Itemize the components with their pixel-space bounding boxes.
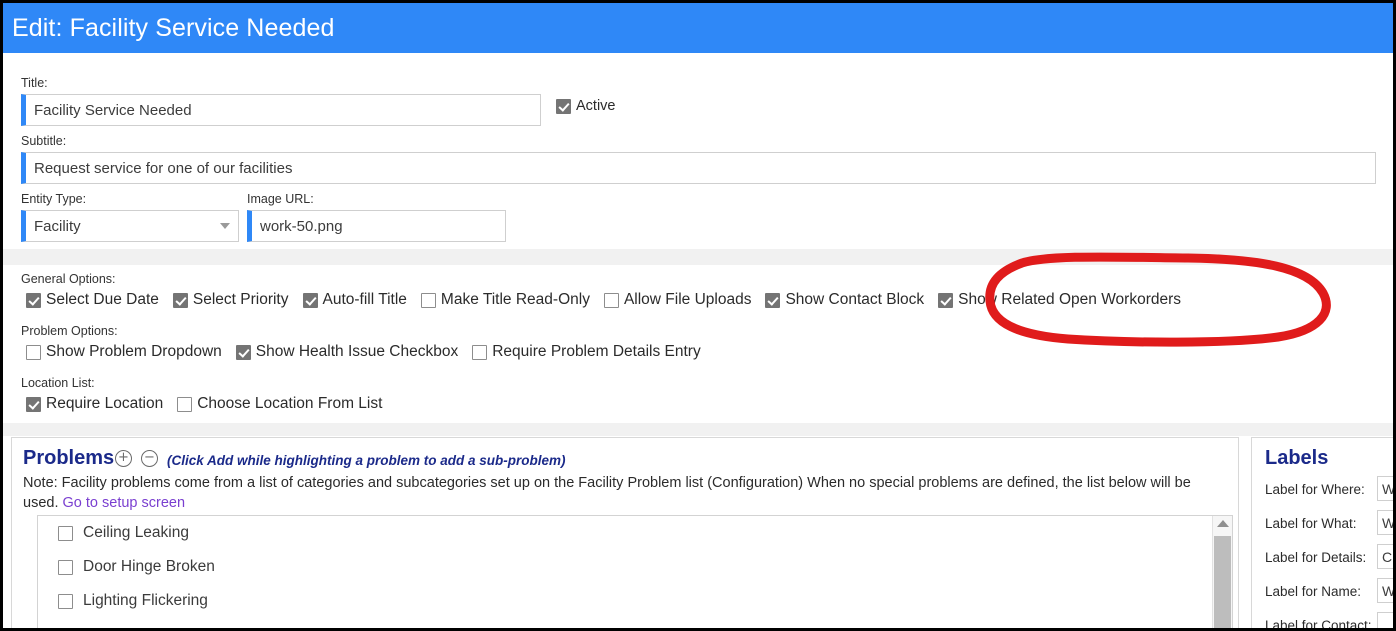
- list-item-label: Door Hinge Broken: [83, 558, 215, 575]
- subtitle-input[interactable]: Request service for one of our facilitie…: [21, 152, 1376, 184]
- checkbox-label-make-title-read-only: Make Title Read-Only: [440, 291, 590, 308]
- add-problem-icon[interactable]: +: [115, 450, 132, 467]
- problems-listbox[interactable]: Ceiling Leaking Door Hinge Broken Lighti…: [37, 515, 1233, 628]
- checkbox-box-require-location[interactable]: [26, 396, 41, 412]
- checkbox-label-require-problem-details-entry: Require Problem Details Entry: [492, 343, 701, 360]
- checkbox-select-due-date[interactable]: Select Due Date: [26, 291, 159, 309]
- section-separator-2: [3, 423, 1393, 436]
- image-url-input[interactable]: work-50.png: [247, 210, 506, 242]
- scrollbar-thumb[interactable]: [1214, 536, 1231, 628]
- checkbox-box-make-title-read-only[interactable]: [420, 292, 436, 308]
- problems-list-scrollbar[interactable]: [1212, 516, 1232, 628]
- checkbox-box-problem-3[interactable]: [58, 627, 73, 628]
- checkbox-show-contact-block[interactable]: Show Contact Block: [765, 291, 924, 309]
- checkbox-box-problem-0[interactable]: [58, 525, 73, 541]
- checkbox-box-allow-file-uploads[interactable]: [603, 292, 619, 308]
- checkbox-box-auto-fill-title[interactable]: [302, 292, 318, 308]
- label-for-contact-input[interactable]: [1377, 612, 1393, 628]
- remove-problem-icon[interactable]: −: [141, 450, 158, 467]
- checkbox-box-select-priority[interactable]: [172, 292, 188, 308]
- problems-heading: Problems: [23, 447, 115, 469]
- checkbox-box-active[interactable]: [556, 98, 571, 114]
- list-item[interactable]: Ceiling Leaking: [38, 516, 1232, 550]
- entity-type-dropdown[interactable]: Facility: [21, 210, 239, 242]
- checkbox-label-show-contact-block: Show Contact Block: [785, 291, 925, 308]
- checkbox-label-select-due-date: Select Due Date: [46, 291, 159, 308]
- problem-options-label: Problem Options:: [21, 324, 118, 338]
- problems-note-line1: Note: Facility problems come from a list…: [23, 475, 1147, 491]
- checkbox-select-priority[interactable]: Select Priority: [172, 291, 289, 309]
- subtitle-field-label: Subtitle:: [21, 134, 67, 148]
- chevron-down-icon[interactable]: [220, 223, 230, 229]
- checkbox-label-show-problem-dropdown: Show Problem Dropdown: [46, 343, 222, 360]
- checkbox-choose-location-from-list[interactable]: Choose Location From List: [177, 395, 382, 413]
- checkbox-allow-file-uploads[interactable]: Allow File Uploads: [603, 291, 752, 309]
- problem-options-row: Show Problem Dropdown Show Health Issue …: [26, 343, 701, 361]
- checkbox-box-show-related-open-workorders[interactable]: [938, 292, 954, 308]
- checkbox-label-select-priority: Select Priority: [192, 291, 289, 308]
- list-item[interactable]: Door Hinge Broken: [38, 550, 1232, 584]
- active-checkbox-row[interactable]: Active: [556, 98, 616, 114]
- problems-hint: (Click Add while highlighting a problem …: [167, 453, 566, 468]
- checkbox-label-choose-location-from-list: Choose Location From List: [197, 395, 383, 412]
- checkbox-box-choose-location-from-list[interactable]: [177, 396, 193, 412]
- label-for-where-input[interactable]: W: [1377, 476, 1393, 501]
- checkbox-box-show-contact-block[interactable]: [765, 292, 781, 308]
- title-input[interactable]: Facility Service Needed: [21, 94, 541, 126]
- checkbox-show-related-open-workorders[interactable]: Show Related Open Workorders: [938, 291, 1181, 309]
- checkbox-require-problem-details-entry[interactable]: Require Problem Details Entry: [472, 343, 701, 361]
- checkbox-label-allow-file-uploads: Allow File Uploads: [623, 291, 752, 308]
- title-field-label: Title:: [21, 76, 48, 90]
- label-for-details-text: Label for Details:: [1265, 550, 1367, 565]
- general-options-row: Select Due Date Select Priority Auto-fil…: [26, 291, 1181, 309]
- label-for-what-text: Label for What:: [1265, 516, 1357, 531]
- problems-note: Note: Facility problems come from a list…: [23, 473, 1213, 513]
- checkbox-active[interactable]: Active: [556, 98, 616, 114]
- checkbox-box-select-due-date[interactable]: [26, 292, 41, 308]
- general-options-label: General Options:: [21, 272, 116, 286]
- scroll-up-arrow-icon[interactable]: [1216, 520, 1229, 527]
- window-title: Edit: Facility Service Needed: [12, 13, 335, 42]
- checkbox-box-problem-1[interactable]: [58, 559, 73, 575]
- checkbox-show-problem-dropdown[interactable]: Show Problem Dropdown: [26, 343, 222, 361]
- checkbox-label-show-health-issue-checkbox: Show Health Issue Checkbox: [255, 343, 459, 360]
- list-item-partial[interactable]: [38, 618, 1232, 628]
- list-item-label: Ceiling Leaking: [83, 524, 189, 541]
- label-for-name-text: Label for Name:: [1265, 584, 1362, 599]
- entity-type-label: Entity Type:: [21, 192, 87, 206]
- entity-type-value: Facility: [34, 217, 81, 235]
- list-item[interactable]: Lighting Flickering: [38, 584, 1232, 618]
- location-list-row: Require Location Choose Location From Li…: [26, 395, 382, 413]
- checkbox-box-require-problem-details-entry[interactable]: [472, 344, 488, 360]
- checkbox-label-active: Active: [576, 98, 616, 114]
- go-to-setup-screen-link[interactable]: Go to setup screen: [63, 495, 186, 511]
- list-item-label: Lighting Flickering: [83, 592, 208, 609]
- edit-facility-service-window: Edit: Facility Service Needed Title: Fac…: [0, 0, 1396, 631]
- checkbox-make-title-read-only[interactable]: Make Title Read-Only: [420, 291, 590, 309]
- image-url-label: Image URL:: [247, 192, 314, 206]
- checkbox-require-location[interactable]: Require Location: [26, 395, 163, 413]
- location-list-label: Location List:: [21, 376, 95, 390]
- labels-heading: Labels: [1265, 447, 1329, 469]
- label-for-contact-text: Label for Contact:: [1265, 618, 1372, 631]
- checkbox-label-auto-fill-title: Auto-fill Title: [322, 291, 407, 308]
- label-for-details-input[interactable]: C: [1377, 544, 1393, 569]
- label-for-what-input[interactable]: W: [1377, 510, 1393, 535]
- checkbox-box-show-problem-dropdown[interactable]: [26, 344, 41, 360]
- checkbox-label-require-location: Require Location: [46, 395, 164, 412]
- checkbox-box-show-health-issue-checkbox[interactable]: [235, 344, 251, 360]
- section-separator-1: [3, 249, 1393, 265]
- window-title-bar: Edit: Facility Service Needed: [3, 3, 1393, 53]
- checkbox-label-show-related-open-workorders: Show Related Open Workorders: [958, 291, 1182, 308]
- checkbox-box-problem-2[interactable]: [58, 593, 73, 609]
- label-for-where-text: Label for Where:: [1265, 482, 1365, 497]
- checkbox-auto-fill-title[interactable]: Auto-fill Title: [302, 291, 407, 309]
- checkbox-show-health-issue-checkbox[interactable]: Show Health Issue Checkbox: [235, 343, 459, 361]
- label-for-name-input[interactable]: W: [1377, 578, 1393, 603]
